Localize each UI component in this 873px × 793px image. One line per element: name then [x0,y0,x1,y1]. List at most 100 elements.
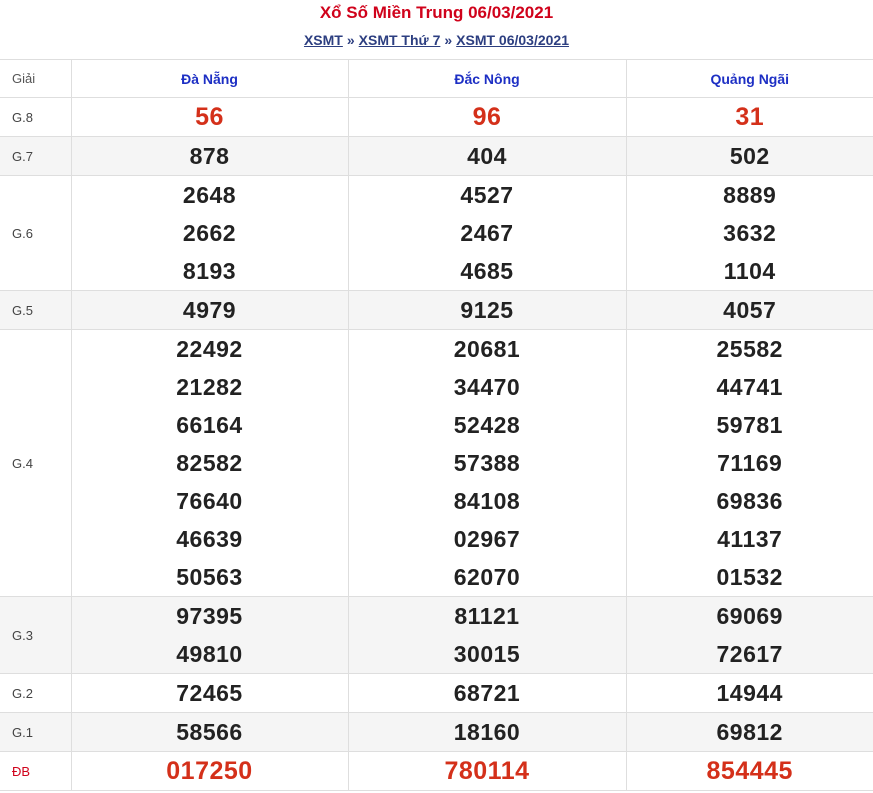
result-cell: 69812 [625,712,873,752]
result-number: 69836 [716,488,783,514]
result-number: 4979 [182,297,237,323]
table-row: G.6 2648 2662 8193 4527 2467 4685 8889 3632 1104 [0,175,873,291]
prize-column-header: Giải [0,59,71,98]
result-cell: 404 [347,136,626,176]
result-cell: 14944 [625,673,873,713]
result-number: 68721 [453,680,521,706]
result-number: 878 [189,143,230,169]
result-number: 41137 [717,526,783,552]
result-cell: 2648 2662 8193 [70,175,348,291]
table-row: ĐB 017250 780114 854445 [0,751,873,791]
result-number: 21282 [176,374,243,400]
result-cell: 4057 [625,290,873,330]
result-number: 31 [735,103,765,131]
result-number: 20681 [453,336,521,362]
result-cell: 20681 34470 52428 57388 84108 02967 62070 [347,329,626,597]
result-number: 854445 [706,757,793,785]
result-number: 2648 [182,182,237,208]
breadcrumb-link-weekday[interactable]: XSMT Thứ 7 [359,32,441,48]
result-cell: 878 [70,136,348,176]
table-row: G.7 878 404 502 [0,136,873,176]
result-cell: 017250 [70,751,348,791]
result-number: 2467 [460,220,514,246]
result-number: 4685 [460,258,514,284]
result-number: 780114 [444,757,530,785]
breadcrumb: XSMT» XSMT Thứ 7» XSMT 06/03/2021 [0,30,873,50]
prize-label: G.7 [0,136,71,176]
table-row: G.3 97395 49810 81121 30015 69069 72617 [0,596,873,674]
result-cell: 25582 44741 59781 71169 69836 41137 01532 [625,329,873,597]
result-number: 9125 [460,297,514,323]
result-cell: 502 [625,136,873,176]
result-number: 4057 [723,297,777,323]
result-number: 58566 [176,719,243,745]
table-row: G.5 4979 9125 4057 [0,290,873,330]
result-number: 49810 [176,641,243,667]
result-number: 82582 [176,450,243,476]
result-number: 8193 [182,258,237,284]
table-row: G.1 58566 18160 69812 [0,712,873,752]
result-cell: 22492 21282 66164 82582 76640 46639 50563 [70,329,348,597]
province-header-quang-ngai[interactable]: Quảng Ngãi [625,59,873,98]
result-number: 57388 [453,450,521,476]
result-cell: 4979 [70,290,348,330]
result-number: 4527 [460,182,514,208]
result-cell: 97395 49810 [70,596,348,674]
page-title: Xổ Số Miền Trung 06/03/2021 [319,3,554,22]
province-header-dac-nong[interactable]: Đắc Nông [347,59,626,98]
result-number: 96 [472,103,502,131]
result-number: 66164 [176,412,243,438]
result-number: 72465 [176,680,243,706]
table-header-row: Giải Đà Nẵng Đắc Nông Quảng Ngãi [0,59,873,98]
breadcrumb-separator: » [444,32,453,48]
result-number: 84108 [453,488,521,514]
prize-label: G.6 [0,175,71,291]
result-number: 72617 [716,641,783,667]
result-number: 81121 [454,603,520,629]
breadcrumb-separator: » [346,32,355,48]
result-number: 02967 [453,526,521,552]
result-cell: 854445 [625,751,873,791]
result-cell: 31 [625,97,873,137]
prize-label: G.1 [0,712,71,752]
result-cell: 58566 [70,712,348,752]
table-row: G.8 56 96 31 [0,97,873,137]
prize-label: G.2 [0,673,71,713]
result-number: 8889 [723,182,777,208]
result-cell: 96 [347,97,626,137]
table-row: G.2 72465 68721 14944 [0,673,873,713]
breadcrumb-link-date[interactable]: XSMT 06/03/2021 [456,32,569,48]
province-header-da-nang[interactable]: Đà Nẵng [70,59,348,98]
result-number: 69812 [716,719,783,745]
result-number: 34470 [453,374,521,400]
result-cell: 780114 [347,751,626,791]
result-number: 1104 [723,258,776,284]
prize-label: ĐB [0,751,71,791]
result-number: 2662 [182,220,237,246]
result-cell: 68721 [347,673,626,713]
result-cell: 4527 2467 4685 [347,175,626,291]
result-number: 97395 [176,603,243,629]
result-cell: 18160 [347,712,626,752]
result-number: 46639 [176,526,243,552]
results-body: G.8 56 96 31 G.7 878 404 502 G.6 2648 2662 8193 4527… [0,97,873,791]
result-number: 017250 [166,757,253,785]
prize-label: G.3 [0,596,71,674]
table-row: G.4 22492 21282 66164 82582 76640 46639 50563 20… [0,329,873,597]
result-cell: 72465 [70,673,348,713]
results-table: Giải Đà Nẵng Đắc Nông Quảng Ngãi G.8 56 96… [0,59,873,791]
result-cell: 69069 72617 [625,596,873,674]
result-number: 3632 [723,220,777,246]
result-number: 30015 [453,641,521,667]
result-number: 56 [195,103,224,131]
breadcrumb-link-xsmt[interactable]: XSMT [304,32,343,48]
result-cell: 8889 3632 1104 [625,175,873,291]
prize-label: G.8 [0,97,71,137]
result-number: 01532 [716,564,783,590]
result-number: 50563 [176,564,243,590]
result-number: 59781 [716,412,783,438]
result-cell: 9125 [347,290,626,330]
prize-label: G.5 [0,290,71,330]
result-number: 76640 [176,488,243,514]
result-number: 71169 [717,450,783,476]
